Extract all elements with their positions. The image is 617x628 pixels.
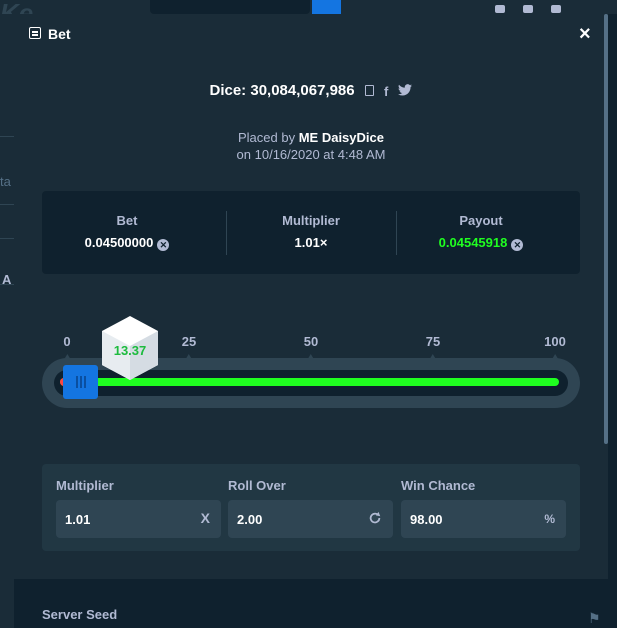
stat-label: Multiplier xyxy=(282,213,340,228)
field-value: 2.00 xyxy=(237,512,263,527)
stat-multiplier: Multiplier 1.01× xyxy=(226,191,396,274)
multiplier-field: Multiplier 1.01 X xyxy=(56,478,221,538)
stat-value: 1.01× xyxy=(294,235,328,250)
percent-icon: % xyxy=(544,512,555,526)
bet-modal: Bet × Dice: 30,084,067,986 f Placed by M… xyxy=(14,14,608,628)
roll-over-field: Roll Over 2.00 xyxy=(228,478,393,538)
field-label: Win Chance xyxy=(401,478,476,493)
field-label: Multiplier xyxy=(56,478,114,493)
twitter-icon[interactable] xyxy=(398,83,413,99)
copy-icon[interactable] xyxy=(364,84,374,99)
search-icon[interactable] xyxy=(495,5,505,13)
modal-title: Bet xyxy=(48,26,71,42)
win-chance-field: Win Chance 98.00 % xyxy=(401,478,566,538)
roll-result: 13.37 xyxy=(113,343,147,358)
stat-label: Payout xyxy=(459,213,503,228)
currency-icon: ✕ xyxy=(157,239,170,251)
field-label: Roll Over xyxy=(228,478,286,493)
placed-time: on 10/16/2020 at 4:48 AM xyxy=(236,147,386,162)
sidebar-divider xyxy=(0,284,14,285)
user-icon[interactable] xyxy=(523,5,533,13)
sidebar-divider xyxy=(0,136,14,137)
scrollbar[interactable] xyxy=(604,14,608,444)
multiplier-x-icon: X xyxy=(200,510,210,526)
slider-handle[interactable] xyxy=(63,365,98,399)
bet-id: Dice: 30,084,067,986 xyxy=(209,82,355,99)
tick-label: 100 xyxy=(544,334,566,359)
fairness-icon[interactable]: ⚑ xyxy=(588,610,601,627)
server-seed-label: Server Seed xyxy=(42,607,118,622)
sidebar-divider xyxy=(0,238,14,239)
stat-value: 0.04545918 ✕ xyxy=(396,235,566,251)
stat-payout: Payout 0.04545918 ✕ xyxy=(396,191,566,274)
bet-stats-panel: Bet 0.04500000 ✕ Multiplier 1.01× Payout … xyxy=(42,191,580,274)
roll-over-input[interactable]: 2.00 xyxy=(228,500,393,538)
bet-id-row: Dice: 30,084,067,986 f xyxy=(14,82,608,99)
field-value: 1.01 xyxy=(65,512,91,527)
tick-label: 0 xyxy=(63,334,71,359)
placed-info: Placed by ME DaisyDice on 10/16/2020 at … xyxy=(14,129,608,163)
username-link[interactable]: ME DaisyDice xyxy=(299,130,384,145)
sidebar-divider xyxy=(0,204,14,205)
sidebar: ta A xyxy=(0,14,14,628)
receipt-icon xyxy=(29,27,41,39)
wallet-button[interactable] xyxy=(312,0,341,14)
stat-value: 0.04500000 ✕ xyxy=(42,235,212,251)
stat-bet: Bet 0.04500000 ✕ xyxy=(42,191,212,274)
tick-label: 25 xyxy=(181,334,197,359)
stat-label: Bet xyxy=(116,213,138,228)
notification-icon[interactable] xyxy=(551,5,561,13)
field-value: 98.00 xyxy=(410,512,443,527)
tick-label: 50 xyxy=(303,334,319,359)
sidebar-item[interactable]: ta xyxy=(0,174,11,189)
currency-icon: ✕ xyxy=(511,239,524,251)
multiplier-input[interactable]: 1.01 X xyxy=(56,500,221,538)
wallet-balance[interactable] xyxy=(150,0,310,14)
win-chance-input[interactable]: 98.00 % xyxy=(401,500,566,538)
placed-prefix: Placed by xyxy=(238,130,296,145)
refresh-icon[interactable] xyxy=(368,511,382,528)
bet-params-panel: Multiplier 1.01 X Roll Over 2.00 Win Cha… xyxy=(42,464,580,551)
close-button[interactable]: × xyxy=(579,24,591,44)
tick-label: 75 xyxy=(425,334,441,359)
facebook-icon[interactable]: f xyxy=(384,84,388,99)
